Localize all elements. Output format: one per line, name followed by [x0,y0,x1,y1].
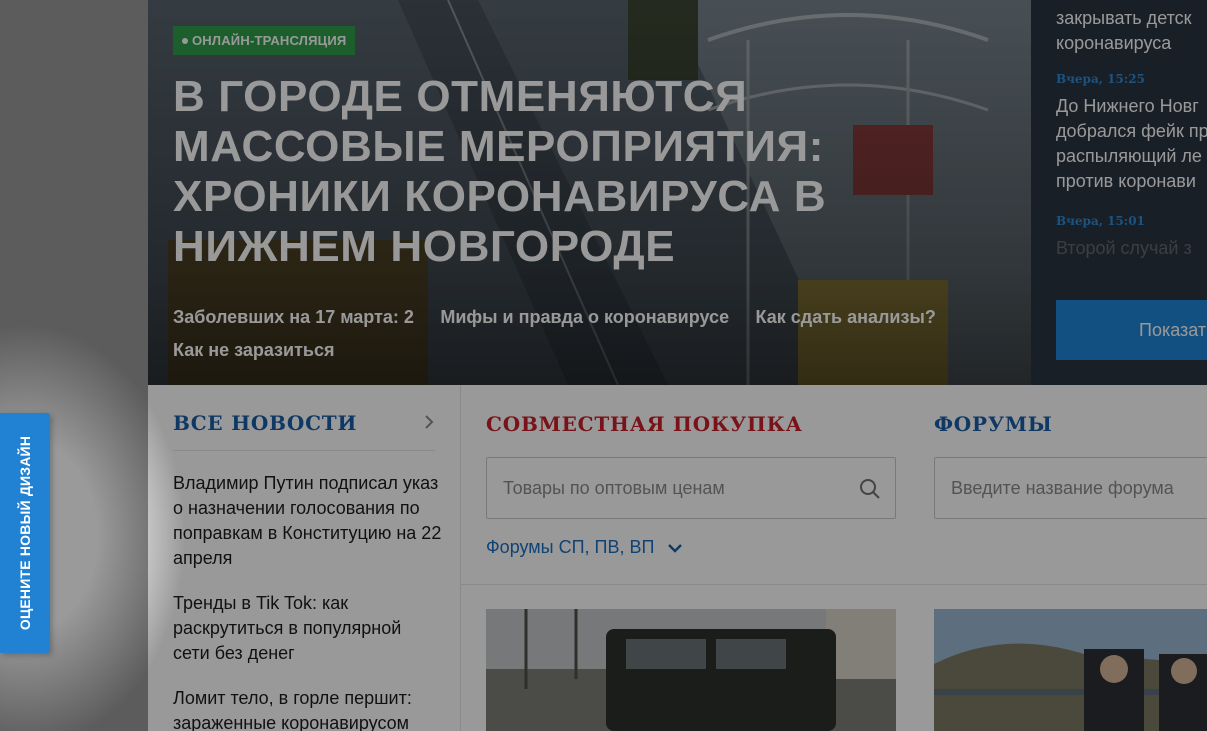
news-photo-image [486,609,896,731]
hero-title[interactable]: В ГОРОДЕ ОТМЕНЯЮТСЯ МАССОВЫЕ МЕРОПРИЯТИЯ… [173,72,893,272]
news-item[interactable]: Тренды в Tik Tok: как раскрутиться в поп… [173,591,443,666]
joint-purchase-column: СОВМЕСТНАЯ ПОКУПКА Форумы СП, ПВ, ВП [461,385,909,585]
purchase-search-input[interactable] [503,458,843,518]
hero-banner[interactable]: ОНЛАЙН-ТРАНСЛЯЦИЯ В ГОРОДЕ ОТМЕНЯЮТСЯ МА… [148,0,1031,385]
forum-search-input[interactable] [951,458,1207,518]
divider [173,450,435,451]
news-item[interactable]: Владимир Путин подписал указ о назначени… [173,471,443,571]
feed-item-text: закрывать детск [1056,8,1192,28]
hero-link-tests[interactable]: Как сдать анализы? [756,301,936,334]
forums-title[interactable]: ФОРУМЫ [934,412,1053,436]
forums-column: ФОРУМЫ [909,385,1207,585]
feed-item-text: добрался фейк пр [1056,121,1207,141]
joint-purchase-title[interactable]: СОВМЕСТНАЯ ПОКУПКА [486,412,803,436]
news-photo[interactable] [486,609,896,731]
hero-links: Заболевших на 17 марта: 2 Мифы и правда … [173,301,993,367]
all-news-title[interactable]: ВСЕ НОВОСТИ [173,411,357,435]
feed-item[interactable]: Вчера, 15:01 Второй случай з [1056,214,1207,261]
show-more-button[interactable]: Показат [1056,300,1207,360]
all-news-column: ВСЕ НОВОСТИ Владимир Путин подписал указ… [148,385,461,731]
live-feed: закрывать детск коронавируса Вчера, 15:2… [1031,0,1207,385]
feed-item-time: Вчера, 15:25 [1056,72,1145,86]
page: ОНЛАЙН-ТРАНСЛЯЦИЯ В ГОРОДЕ ОТМЕНЯЮТСЯ МА… [148,0,1207,731]
news-item[interactable]: Ломит тело, в горле першит: зараженные к… [173,686,443,731]
feed-item[interactable]: Вчера, 15:25 До Нижнего Новг добрался фе… [1056,72,1207,194]
live-badge: ОНЛАЙН-ТРАНСЛЯЦИЯ [173,26,356,55]
purchase-forums-label: Форумы СП, ПВ, ВП [486,537,655,557]
feed-item-text: Второй случай з [1056,238,1192,258]
hero-link-myths[interactable]: Мифы и правда о коронавирусе [440,301,729,334]
chevron-right-icon[interactable] [421,414,437,430]
feed-item-text: коронавируса [1056,33,1172,53]
forum-photo-image [934,609,1207,731]
forum-search-box [934,457,1207,519]
rate-new-design-button[interactable]: ОЦЕНИТЕ НОВЫЙ ДИЗАЙН [0,413,50,653]
live-badge-label: ОНЛАЙН-ТРАНСЛЯЦИЯ [192,33,347,48]
forum-photo[interactable] [934,609,1207,731]
search-icon[interactable] [859,478,881,500]
purchase-search-box [486,457,896,519]
feed-item[interactable]: закрывать детск коронавируса [1056,6,1207,56]
chevron-down-icon [668,544,683,553]
feed-item-time: Вчера, 15:01 [1056,214,1145,228]
hero-link-prevention[interactable]: Как не заразиться [173,334,334,367]
live-dot-icon [182,38,188,44]
rate-new-design-label: ОЦЕНИТЕ НОВЫЙ ДИЗАЙН [17,435,33,631]
feed-item-text: распыляющий ле [1056,146,1202,166]
feed-item-text: До Нижнего Новг [1056,96,1199,116]
purchase-forums-dropdown[interactable]: Форумы СП, ПВ, ВП [486,537,683,558]
hero-link-cases[interactable]: Заболевших на 17 марта: 2 [173,301,414,334]
feed-item-text: против коронави [1056,171,1196,191]
